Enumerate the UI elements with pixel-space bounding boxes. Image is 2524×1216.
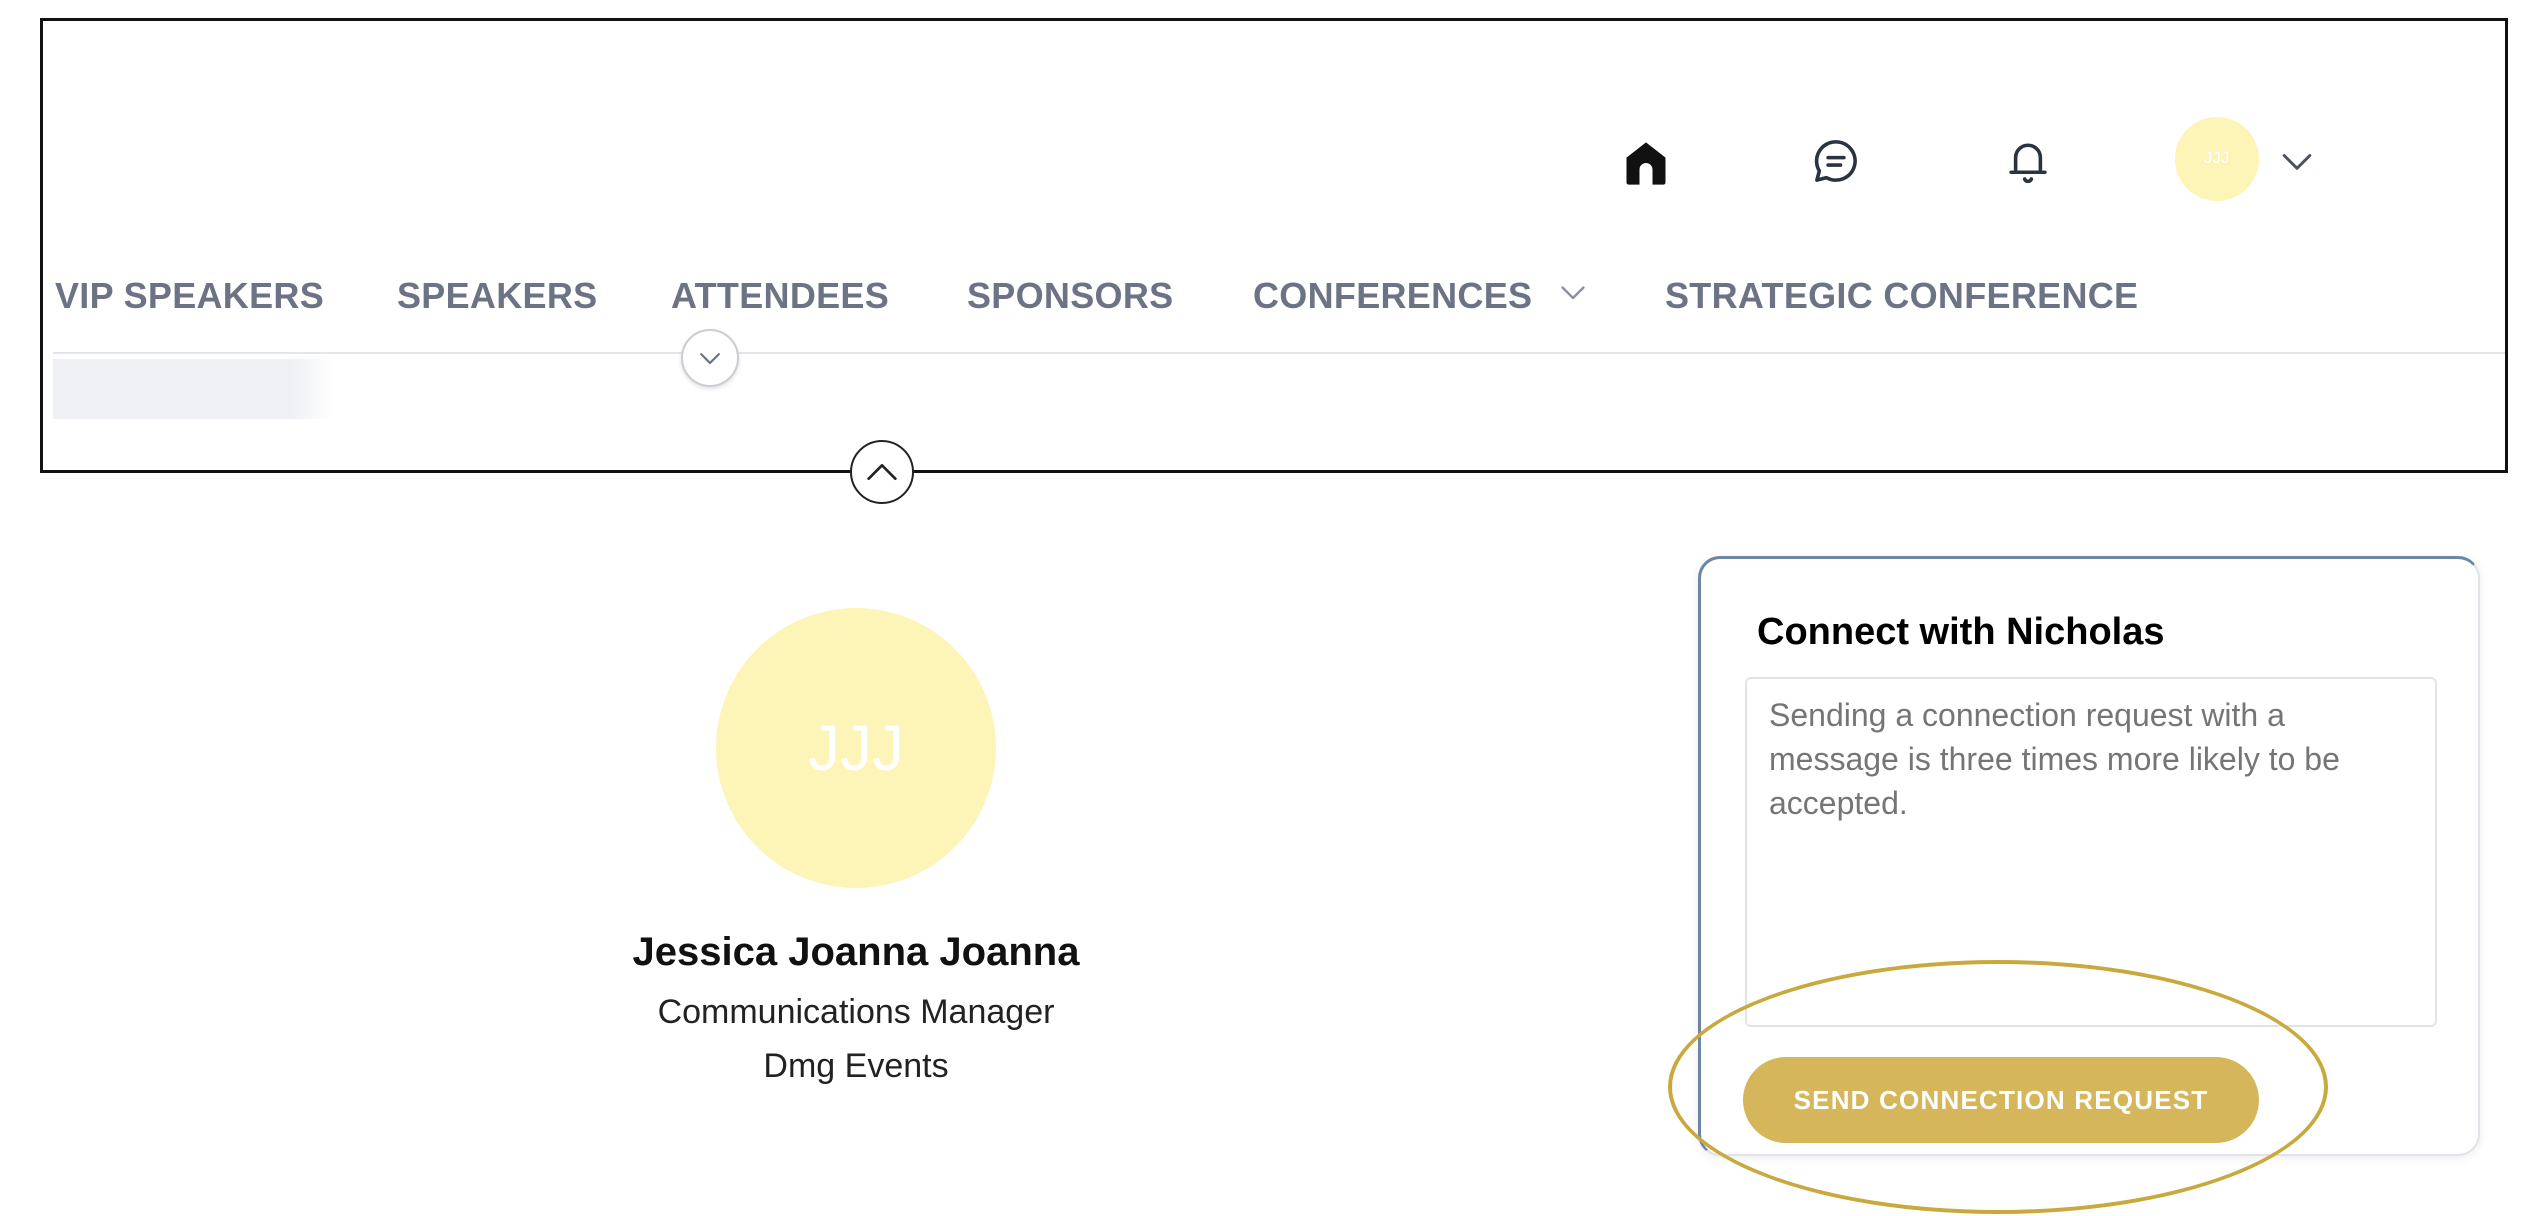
nav-item-vip-speakers[interactable]: VIP SPEAKERS [55, 261, 324, 331]
profile-company: Dmg Events [763, 1047, 949, 1085]
nav-item-label: CONFERENCES [1253, 275, 1533, 316]
expand-submenu-button[interactable] [681, 329, 739, 387]
submenu-background [53, 359, 333, 419]
top-icon-bar: JJJ [43, 21, 2505, 221]
nav-item-conferences[interactable]: CONFERENCES [1253, 261, 1591, 331]
main-nav: VIP SPEAKERS SPEAKERS ATTENDEES SPONSORS… [43, 261, 2505, 331]
nav-item-attendees[interactable]: ATTENDEES [671, 261, 889, 331]
profile-avatar: JJJ [716, 608, 996, 888]
send-connection-request-button[interactable]: SEND CONNECTION REQUEST [1743, 1057, 2259, 1143]
connect-title: Connect with Nicholas [1757, 611, 2165, 653]
chevron-down-icon[interactable] [2275, 139, 2319, 183]
bell-icon[interactable] [1993, 126, 2063, 196]
nav-item-speakers[interactable]: SPEAKERS [397, 261, 597, 331]
chevron-up-icon [867, 464, 897, 480]
nav-divider [53, 352, 2505, 354]
nav-item-label: SPONSORS [967, 275, 1174, 316]
user-avatar-initials: JJJ [2204, 150, 2230, 167]
nav-item-label: ATTENDEES [671, 275, 890, 316]
chat-icon[interactable] [1801, 126, 1871, 196]
collapse-header-button[interactable] [850, 440, 914, 504]
user-avatar[interactable]: JJJ [2175, 117, 2259, 201]
chevron-down-icon [1555, 263, 1591, 333]
nav-item-strategic-conference[interactable]: STRATEGIC CONFERENCE [1665, 261, 2138, 331]
nav-item-sponsors[interactable]: SPONSORS [967, 261, 1173, 331]
connect-card: Connect with Nicholas SEND CONNECTION RE… [1698, 556, 2480, 1156]
nav-item-label: VIP SPEAKERS [55, 275, 325, 316]
profile-avatar-initials: JJJ [808, 712, 904, 784]
profile-name: Jessica Joanna Joanna [632, 930, 1080, 974]
nav-item-label: SPEAKERS [397, 275, 598, 316]
chevron-down-icon [700, 353, 720, 365]
nav-item-label: STRATEGIC CONFERENCE [1665, 275, 2139, 316]
home-icon[interactable] [1611, 128, 1681, 198]
top-header: JJJ VIP SPEAKERS SPEAKERS ATTENDEES SPON… [40, 18, 2508, 473]
connection-message-input[interactable] [1745, 677, 2437, 1027]
profile-job-title: Communications Manager [657, 993, 1055, 1031]
